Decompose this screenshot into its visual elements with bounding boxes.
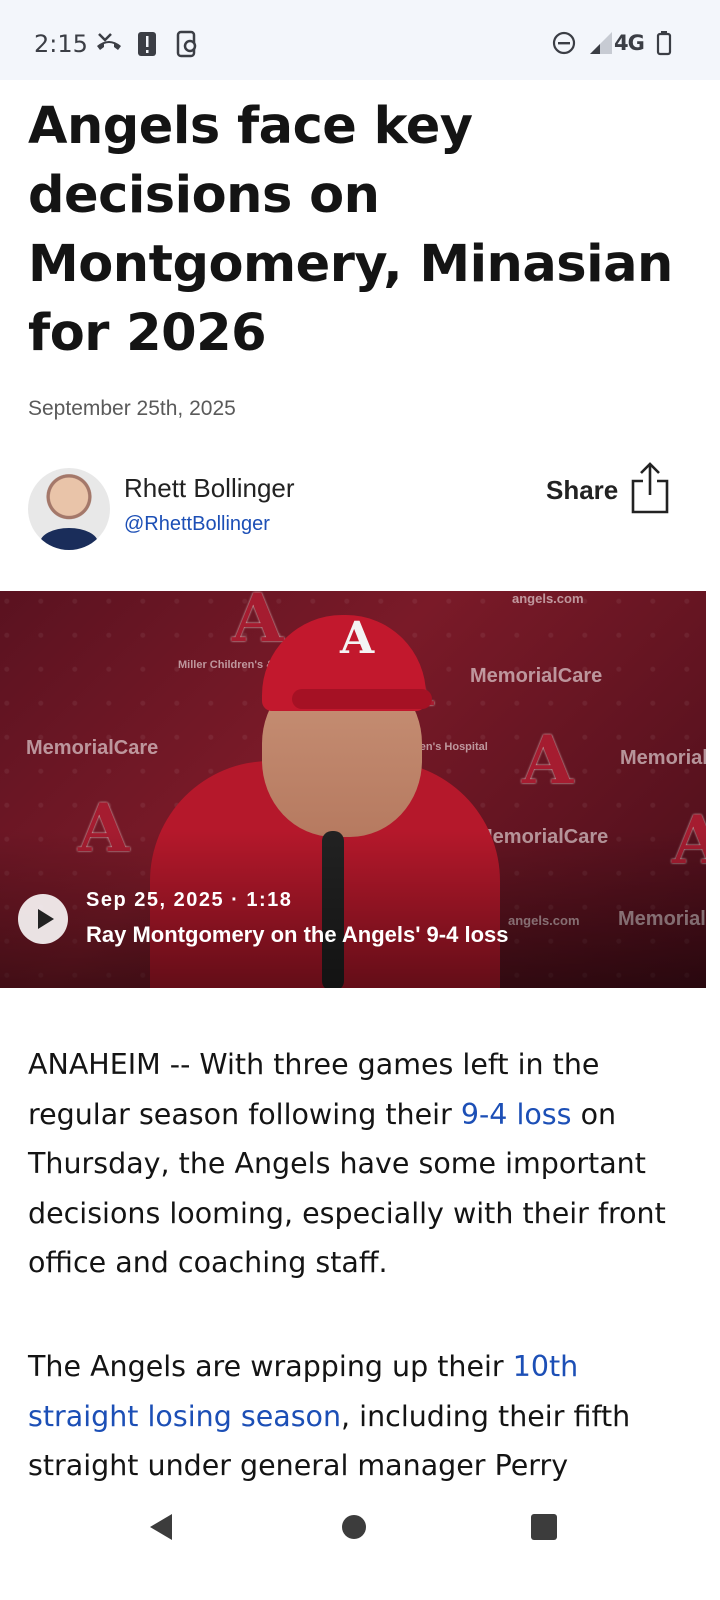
author-handle-link[interactable]: @RhettBollinger (124, 513, 270, 536)
cap-logo-icon: A (340, 613, 375, 664)
status-bar: 2:15 4G (0, 0, 720, 80)
loss-recap-link[interactable]: 9-4 loss (461, 1098, 572, 1131)
share-button[interactable]: Share (546, 461, 676, 520)
backdrop-sponsor-logo: MemorialCare (26, 737, 159, 759)
network-type: 4G (614, 31, 645, 55)
signal-icon (588, 30, 614, 61)
backdrop-sponsor-logo: MemorialCare (470, 665, 603, 687)
paragraph-text: The Angels are wrapping up their (28, 1350, 513, 1383)
play-icon (38, 909, 54, 929)
speaker-cap-brim (292, 689, 432, 709)
backdrop-sponsor-logo: Memorial (620, 747, 706, 769)
angels-logo-icon: A (232, 591, 284, 657)
alert-icon (137, 30, 157, 63)
video-meta: Sep 25, 2025 · 1:18 (86, 889, 293, 911)
share-icon (630, 461, 670, 520)
video-title[interactable]: Ray Montgomery on the Angels' 9-4 loss (86, 922, 509, 948)
author-name: Rhett Bollinger (124, 473, 295, 503)
system-nav-bar (0, 1490, 720, 1600)
article-paragraph: ANAHEIM -- With three games left in the … (28, 1040, 688, 1288)
article-paragraph: The Angels are wrapping up their 10th st… (28, 1342, 688, 1491)
data-sync-icon (176, 30, 198, 63)
missed-call-icon (95, 30, 123, 61)
recents-icon[interactable] (530, 1512, 558, 1547)
play-button[interactable] (18, 894, 68, 944)
publish-date: September 25th, 2025 (28, 397, 236, 420)
angels-logo-icon: A (522, 721, 574, 799)
battery-icon (656, 30, 672, 61)
video-player[interactable]: MemorialCare MemorialCare MemorialCare M… (0, 591, 706, 988)
status-time: 2:15 (34, 30, 88, 58)
backdrop-site-text: angels.com (512, 591, 584, 606)
do-not-disturb-icon (552, 30, 576, 61)
avatar-shirt (40, 528, 98, 550)
author-avatar[interactable] (28, 468, 110, 550)
article-title: Angels face key decisions on Montgomery,… (28, 97, 673, 363)
back-icon[interactable] (146, 1512, 176, 1547)
home-icon[interactable] (340, 1512, 368, 1547)
share-label: Share (546, 474, 619, 505)
